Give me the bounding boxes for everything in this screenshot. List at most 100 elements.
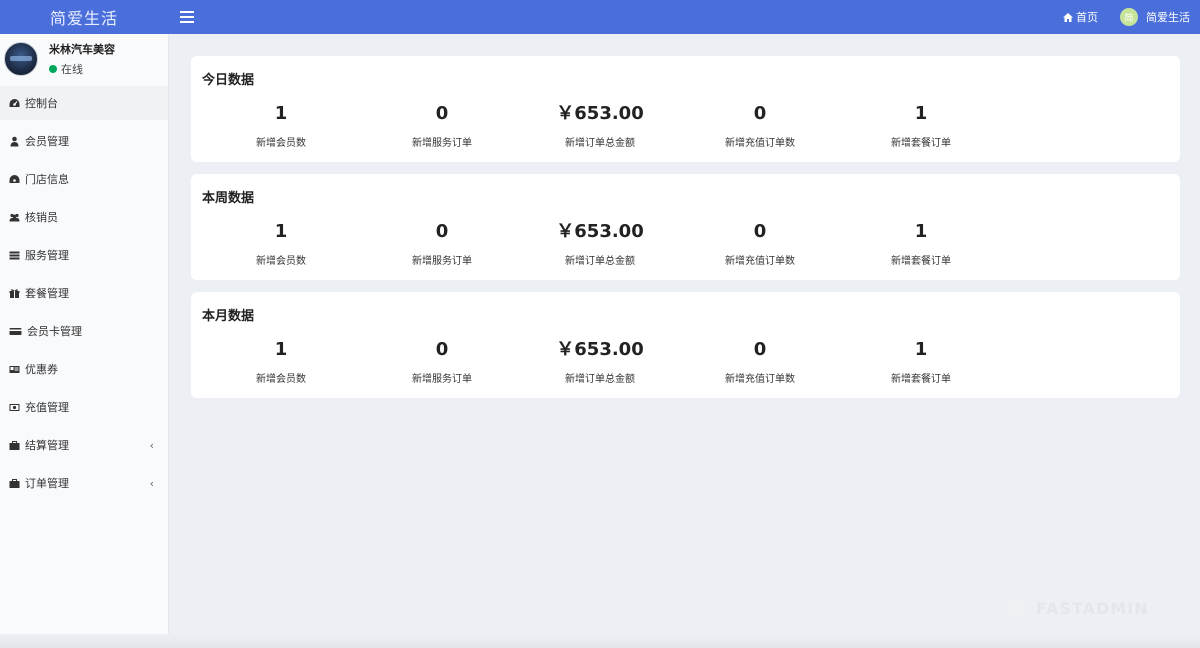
- brand-logo[interactable]: 简爱生活: [0, 0, 168, 34]
- stat-value: 1: [274, 339, 288, 360]
- stat-value: 0: [435, 103, 449, 124]
- home-link[interactable]: 首页: [1063, 9, 1098, 25]
- dashboard-icon: [9, 98, 20, 109]
- stat-new-members: 1 新增会员数: [201, 220, 361, 267]
- stat-order-total-amount: ￥653.00 新增订单总金额: [520, 220, 680, 267]
- coupon-icon: [9, 364, 20, 375]
- sidebar-item-label: 结算管理: [25, 439, 69, 452]
- gift-icon: [9, 288, 20, 299]
- user-menu[interactable]: 简 简爱生活: [1120, 8, 1190, 26]
- sidebar-item-packages[interactable]: 套餐管理: [0, 276, 168, 310]
- sidebar-item-member-cards[interactable]: 会员卡管理: [0, 314, 168, 348]
- sidebar-item-label: 门店信息: [25, 173, 69, 186]
- store-icon: [9, 174, 20, 185]
- stat-value: 1: [914, 339, 928, 360]
- sidebar-item-label: 核销员: [25, 211, 58, 224]
- stat-value: 0: [753, 103, 767, 124]
- stat-label: 新增服务订单: [412, 138, 472, 149]
- sidebar-item-coupons[interactable]: 优惠券: [0, 352, 168, 386]
- credit-card-icon: [9, 326, 22, 337]
- stat-label: 新增订单总金额: [565, 374, 635, 385]
- sidebar-item-label: 会员管理: [25, 135, 69, 148]
- sidebar-item-recharge[interactable]: 充值管理: [0, 390, 168, 424]
- stat-value: ￥653.00: [556, 103, 644, 124]
- top-navbar: 简爱生活 首页 简 简爱生活: [0, 0, 1200, 34]
- stat-value: ￥653.00: [556, 339, 644, 360]
- stat-new-members: 1 新增会员数: [201, 338, 361, 385]
- stats-card-today: 今日数据 1 新增会员数 0 新增服务订单 ￥653.00 新增订单总金额 0 新增充值…: [191, 56, 1180, 162]
- stats-card-month: 本月数据 1 新增会员数 0 新增服务订单 ￥653.00 新增订单总金额 0 新增充值…: [191, 292, 1180, 398]
- page-bottom-edge: [0, 634, 1200, 648]
- stat-label: 新增订单总金额: [565, 256, 635, 267]
- stat-new-recharge-orders: 0 新增充值订单数: [680, 338, 840, 385]
- sidebar-item-label: 控制台: [25, 97, 58, 110]
- user-name: 米林汽车美容: [49, 43, 115, 56]
- briefcase-icon: [9, 440, 20, 451]
- stat-value: 0: [435, 221, 449, 242]
- sidebar-item-orders[interactable]: 订单管理 ‹: [0, 466, 168, 500]
- stat-label: 新增服务订单: [412, 256, 472, 267]
- stat-label: 新增充值订单数: [725, 256, 795, 267]
- sidebar-item-settlement[interactable]: 结算管理 ‹: [0, 428, 168, 462]
- stat-new-recharge-orders: 0 新增充值订单数: [680, 220, 840, 267]
- stat-order-total-amount: ￥653.00 新增订单总金额: [520, 102, 680, 149]
- sidebar-item-dashboard[interactable]: 控制台: [0, 86, 168, 120]
- sidebar-item-label: 服务管理: [25, 249, 69, 262]
- stat-value: 0: [753, 221, 767, 242]
- stat-new-service-orders: 0 新增服务订单: [362, 220, 522, 267]
- stat-new-package-orders: 1 新增套餐订单: [841, 220, 1001, 267]
- avatar: 简: [1120, 8, 1138, 26]
- stat-new-package-orders: 1 新增套餐订单: [841, 102, 1001, 149]
- stat-new-service-orders: 0 新增服务订单: [362, 102, 522, 149]
- user-menu-label: 简爱生活: [1146, 11, 1190, 24]
- status-online-icon: [49, 65, 57, 73]
- sidebar-item-label: 订单管理: [25, 477, 69, 490]
- home-icon: [1063, 12, 1073, 22]
- status-text: 在线: [61, 63, 83, 76]
- stat-label: 新增套餐订单: [891, 374, 951, 385]
- stat-order-total-amount: ￥653.00 新增订单总金额: [520, 338, 680, 385]
- chevron-left-icon: ‹: [149, 476, 154, 490]
- stat-value: 1: [914, 221, 928, 242]
- stat-label: 新增充值订单数: [725, 138, 795, 149]
- stat-new-recharge-orders: 0 新增充值订单数: [680, 102, 840, 149]
- sidebar-item-store[interactable]: 门店信息: [0, 162, 168, 196]
- menu-toggle-icon[interactable]: [180, 11, 194, 23]
- stat-value: 0: [435, 339, 449, 360]
- user-icon: [9, 136, 20, 147]
- chevron-left-icon: ‹: [149, 438, 154, 452]
- watermark-logo-icon: [1004, 596, 1028, 620]
- stat-label: 新增充值订单数: [725, 374, 795, 385]
- stat-label: 新增服务订单: [412, 374, 472, 385]
- stat-label: 新增套餐订单: [891, 138, 951, 149]
- stat-value: 0: [753, 339, 767, 360]
- money-icon: [9, 402, 20, 413]
- stat-value: 1: [274, 221, 288, 242]
- user-avatar: [4, 42, 38, 76]
- card-title: 今日数据: [202, 73, 255, 88]
- sidebar-item-label: 充值管理: [25, 401, 69, 414]
- home-label: 首页: [1076, 11, 1098, 24]
- sidebar-item-members[interactable]: 会员管理: [0, 124, 168, 158]
- sidebar-item-label: 优惠券: [25, 363, 58, 376]
- stat-new-service-orders: 0 新增服务订单: [362, 338, 522, 385]
- card-title: 本周数据: [202, 191, 255, 206]
- watermark: FASTADMIN: [1004, 596, 1149, 620]
- stat-new-members: 1 新增会员数: [201, 102, 361, 149]
- stat-label: 新增会员数: [256, 256, 306, 267]
- stats-card-week: 本周数据 1 新增会员数 0 新增服务订单 ￥653.00 新增订单总金额 0 新增充值…: [191, 174, 1180, 280]
- users-icon: [9, 212, 20, 223]
- user-status: 在线: [49, 61, 115, 77]
- list-icon: [9, 250, 20, 261]
- sidebar-item-verifiers[interactable]: 核销员: [0, 200, 168, 234]
- stat-new-package-orders: 1 新增套餐订单: [841, 338, 1001, 385]
- navbar-right: 首页 简 简爱生活: [1063, 0, 1200, 34]
- card-title: 本月数据: [202, 309, 255, 324]
- user-panel: 米林汽车美容 在线: [0, 34, 168, 84]
- stat-value: ￥653.00: [556, 221, 644, 242]
- sidebar-item-services[interactable]: 服务管理: [0, 238, 168, 272]
- stat-label: 新增会员数: [256, 138, 306, 149]
- sidebar-item-label: 会员卡管理: [27, 325, 82, 338]
- stat-label: 新增套餐订单: [891, 256, 951, 267]
- stat-value: 1: [914, 103, 928, 124]
